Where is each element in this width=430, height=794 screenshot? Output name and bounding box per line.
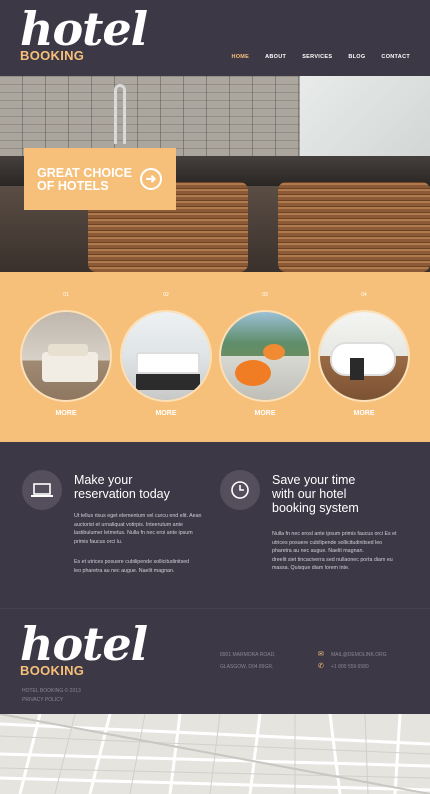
- footer-contacts: ✉ MAIL@DEMOLINK.ORG ✆ +1 800 559 6580: [318, 649, 387, 673]
- more-link[interactable]: MORE: [120, 410, 212, 417]
- privacy-policy-link[interactable]: PRIVACY POLICY: [22, 696, 81, 705]
- service-number: 02: [163, 292, 169, 298]
- more-link[interactable]: MORE: [20, 410, 112, 417]
- footer-phone: +1 800 559 6580: [331, 664, 369, 670]
- more-link[interactable]: MORE: [219, 410, 311, 417]
- logo-booking-text: BOOKING: [20, 48, 85, 63]
- nav-contact[interactable]: CONTACT: [381, 54, 410, 60]
- service-image[interactable]: [318, 310, 410, 402]
- service-image[interactable]: [120, 310, 212, 402]
- footer-copyright: HOTEL BOOKING © 2013 PRIVACY POLICY: [22, 688, 81, 705]
- main-nav: HOME ABOUT SERVICES BLOG CONTACT: [215, 54, 410, 60]
- service-number: 01: [63, 292, 69, 298]
- site-logo[interactable]: hotel BOOKING: [20, 6, 148, 64]
- service-number: 04: [361, 292, 367, 298]
- phone-icon: ✆: [318, 663, 324, 670]
- feature-title: Save your time with our hotel booking sy…: [272, 473, 359, 515]
- feature-title: Make your reservation today: [74, 473, 170, 501]
- footer-email[interactable]: MAIL@DEMOLINK.ORG: [331, 652, 387, 658]
- hero-cta-text: GREAT CHOICE OF HOTELS: [37, 166, 132, 193]
- nav-home[interactable]: HOME: [231, 54, 249, 60]
- hero-stool: [278, 182, 430, 272]
- feature-text: Es et utrices posuere cubilipende sollic…: [74, 559, 190, 574]
- logo-script-text: hotel: [20, 2, 148, 56]
- site-footer: hotel BOOKING HOTEL BOOKING © 2013 PRIVA…: [0, 608, 430, 714]
- feature-text: Ut tellus risus eget elementum vel curcu…: [74, 513, 202, 545]
- services-strip: 01 MORE 02 MORE 03 MORE 04 MORE: [0, 272, 430, 442]
- service-image[interactable]: [20, 310, 112, 402]
- logo-script-text: hotel: [20, 617, 148, 671]
- hero-cta-box[interactable]: GREAT CHOICE OF HOTELS ➜: [24, 148, 176, 210]
- location-map[interactable]: [0, 714, 430, 794]
- footer-logo[interactable]: hotel BOOKING: [20, 621, 148, 679]
- service-image[interactable]: [219, 310, 311, 402]
- feature-text: Nulla fn nec erosl ante ipsum primis fau…: [272, 531, 397, 571]
- features-section: Make your reservation today Ut tellus ri…: [0, 442, 430, 608]
- nav-blog[interactable]: BLOG: [348, 54, 365, 60]
- clock-icon: [220, 470, 260, 510]
- hero-faucet: [114, 84, 126, 144]
- arrow-right-icon[interactable]: ➜: [140, 168, 162, 190]
- laptop-icon: [22, 470, 62, 510]
- mail-icon: ✉: [318, 651, 324, 658]
- nav-about[interactable]: ABOUT: [265, 54, 286, 60]
- site-header: hotel BOOKING HOME ABOUT SERVICES BLOG C…: [0, 0, 430, 76]
- logo-booking-text: BOOKING: [20, 663, 85, 678]
- service-number: 03: [262, 292, 268, 298]
- more-link[interactable]: MORE: [318, 410, 410, 417]
- footer-address: 8901 MARMORA ROAD, GLASGOW, D04 89GR.: [220, 652, 276, 670]
- nav-services[interactable]: SERVICES: [302, 54, 332, 60]
